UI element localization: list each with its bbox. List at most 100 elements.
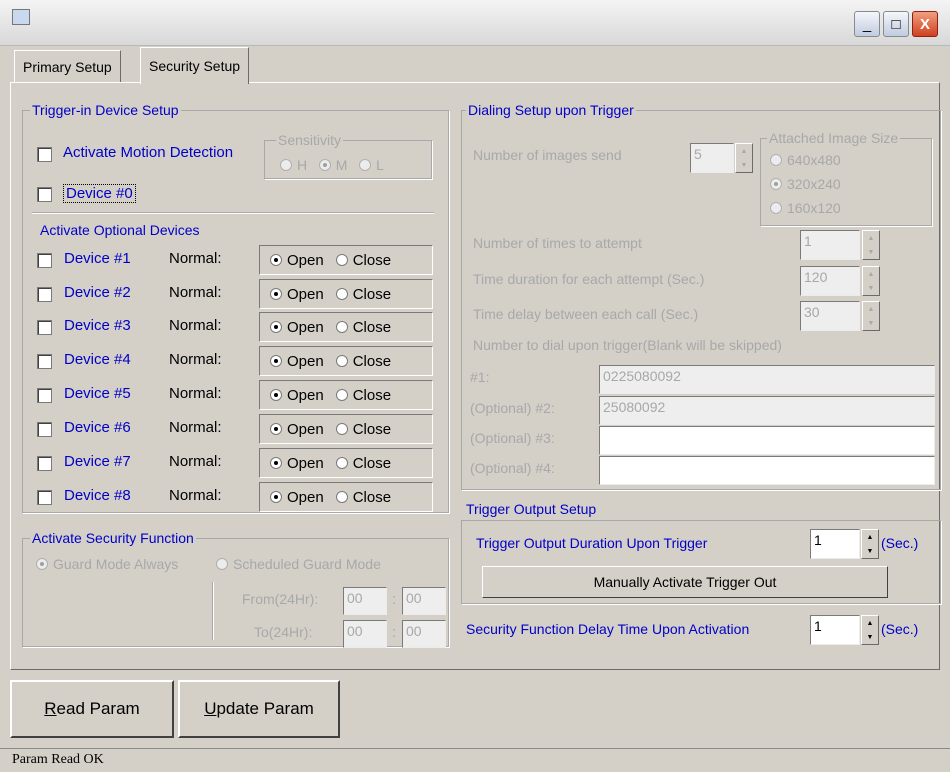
device-checkbox[interactable] <box>37 253 52 268</box>
radio-icon <box>770 202 782 214</box>
close-radio[interactable]: Close <box>335 387 391 404</box>
close-radio[interactable]: Close <box>335 489 391 506</box>
trigger-duration-spinner[interactable]: ▲ ▼ <box>861 529 879 559</box>
read-param-button[interactable]: Read Param <box>10 680 174 738</box>
radio-label: Close <box>352 285 392 303</box>
normal-label: Normal: <box>169 250 222 267</box>
images-spinner[interactable]: ▲ ▼ <box>735 143 753 173</box>
spin-down-icon[interactable]: ▼ <box>867 634 874 641</box>
phone-field[interactable]: 0225080092 <box>599 365 935 394</box>
size-160-radio[interactable]: 160x120 <box>770 200 841 216</box>
size-640-radio[interactable]: 640x480 <box>770 152 841 168</box>
sensitivity-m-radio[interactable]: M <box>318 157 347 173</box>
close-radio[interactable]: Close <box>335 455 391 472</box>
device-checkbox[interactable] <box>37 422 52 437</box>
trigger-duration-unit: (Sec.) <box>881 535 919 551</box>
phone-field[interactable]: 25080092 <box>599 396 935 425</box>
image-size-title: Attached Image Size <box>767 130 901 146</box>
tab-primary-setup[interactable]: Primary Setup <box>14 50 121 82</box>
open-radio[interactable]: Open <box>270 421 324 438</box>
update-param-button[interactable]: Update Param <box>178 680 340 738</box>
duration-spinner[interactable]: ▲ ▼ <box>862 266 880 296</box>
open-radio[interactable]: Open <box>270 489 324 506</box>
device-checkbox[interactable] <box>37 388 52 403</box>
device-checkbox[interactable] <box>37 354 52 369</box>
maximize-button[interactable]: □ <box>883 11 909 37</box>
spin-down-icon[interactable]: ▼ <box>741 162 748 169</box>
radio-label: Guard Mode Always <box>53 556 179 572</box>
radio-icon <box>770 154 782 166</box>
device-label: Device #2 <box>64 284 131 301</box>
open-radio[interactable]: Open <box>270 286 324 303</box>
images-label: Number of images send <box>473 147 622 163</box>
close-radio[interactable]: Close <box>335 318 392 336</box>
device0-checkbox[interactable] <box>37 187 52 202</box>
spin-up-icon[interactable]: ▲ <box>868 306 875 313</box>
phone-field[interactable] <box>599 456 935 485</box>
security-delay-spinner[interactable]: ▲ ▼ <box>861 615 879 645</box>
size-320-radio[interactable]: 320x240 <box>770 176 841 192</box>
to-hour-field[interactable]: 00 <box>343 620 387 648</box>
delay-spinner[interactable]: ▲ ▼ <box>862 301 880 331</box>
radio-icon <box>216 558 228 570</box>
radio-icon <box>335 354 348 367</box>
scheduled-guard-radio[interactable]: Scheduled Guard Mode <box>216 556 381 572</box>
delay-field[interactable]: 30 <box>800 301 860 331</box>
close-button[interactable]: X <box>912 11 938 37</box>
spin-down-icon[interactable]: ▼ <box>868 249 875 256</box>
open-radio[interactable]: Open <box>270 353 324 370</box>
close-radio[interactable]: Close <box>335 252 391 269</box>
device-label: Device #3 <box>64 317 131 334</box>
radio-icon <box>335 388 348 401</box>
security-function-title: Activate Security Function <box>30 530 196 546</box>
spin-up-icon[interactable]: ▲ <box>867 534 874 541</box>
from-hour-field[interactable]: 00 <box>343 587 387 615</box>
tab-security-setup[interactable]: Security Setup <box>140 47 250 84</box>
device-checkbox[interactable] <box>37 490 52 505</box>
sensitivity-l-radio[interactable]: L <box>359 157 384 173</box>
sensitivity-h-radio[interactable]: H <box>280 157 307 173</box>
button-label: Manually Activate Trigger Out <box>593 574 777 590</box>
device-checkbox[interactable] <box>37 320 52 335</box>
radio-icon <box>36 558 48 570</box>
spin-up-icon[interactable]: ▲ <box>741 148 748 155</box>
spin-up-icon[interactable]: ▲ <box>868 271 875 278</box>
open-radio[interactable]: Open <box>270 387 324 404</box>
device-label: Device #4 <box>64 351 131 368</box>
security-delay-field[interactable]: 1 <box>810 615 860 645</box>
motion-detection-checkbox[interactable] <box>37 147 52 162</box>
minimize-button[interactable]: _ <box>854 11 880 37</box>
images-count-field[interactable]: 5 <box>690 143 734 173</box>
normal-state-group: Open Close <box>259 346 433 376</box>
open-radio[interactable]: Open <box>270 252 324 269</box>
guard-mode-always-radio[interactable]: Guard Mode Always <box>36 556 178 572</box>
manual-trigger-button[interactable]: Manually Activate Trigger Out <box>482 566 888 598</box>
to-minute-field[interactable]: 00 <box>402 620 446 648</box>
spin-up-icon[interactable]: ▲ <box>867 620 874 627</box>
device-label: Device #6 <box>64 419 131 436</box>
from-minute-field[interactable]: 00 <box>402 587 446 615</box>
attempts-spinner[interactable]: ▲ ▼ <box>862 230 880 260</box>
phone-label: (Optional) #3: <box>470 430 555 446</box>
trigger-duration-field[interactable]: 1 <box>810 529 860 559</box>
close-radio[interactable]: Close <box>335 353 391 370</box>
spin-down-icon[interactable]: ▼ <box>868 320 875 327</box>
normal-label: Normal: <box>169 351 222 368</box>
open-radio[interactable]: Open <box>270 319 324 336</box>
close-radio[interactable]: Close <box>335 421 391 438</box>
duration-field[interactable]: 120 <box>800 266 860 296</box>
radio-label: Close <box>352 318 392 336</box>
attempts-field[interactable]: 1 <box>800 230 860 260</box>
device-checkbox[interactable] <box>37 456 52 471</box>
spin-down-icon[interactable]: ▼ <box>867 548 874 555</box>
status-text: Param Read OK <box>12 752 104 767</box>
device-checkbox[interactable] <box>37 287 52 302</box>
title-bar: _ □ X <box>0 0 950 46</box>
phone-field[interactable] <box>599 426 935 455</box>
open-radio[interactable]: Open <box>270 455 324 472</box>
spin-down-icon[interactable]: ▼ <box>868 285 875 292</box>
radio-label: Open <box>287 251 324 269</box>
close-radio[interactable]: Close <box>335 285 392 303</box>
radio-label: Open <box>287 386 324 404</box>
spin-up-icon[interactable]: ▲ <box>868 235 875 242</box>
